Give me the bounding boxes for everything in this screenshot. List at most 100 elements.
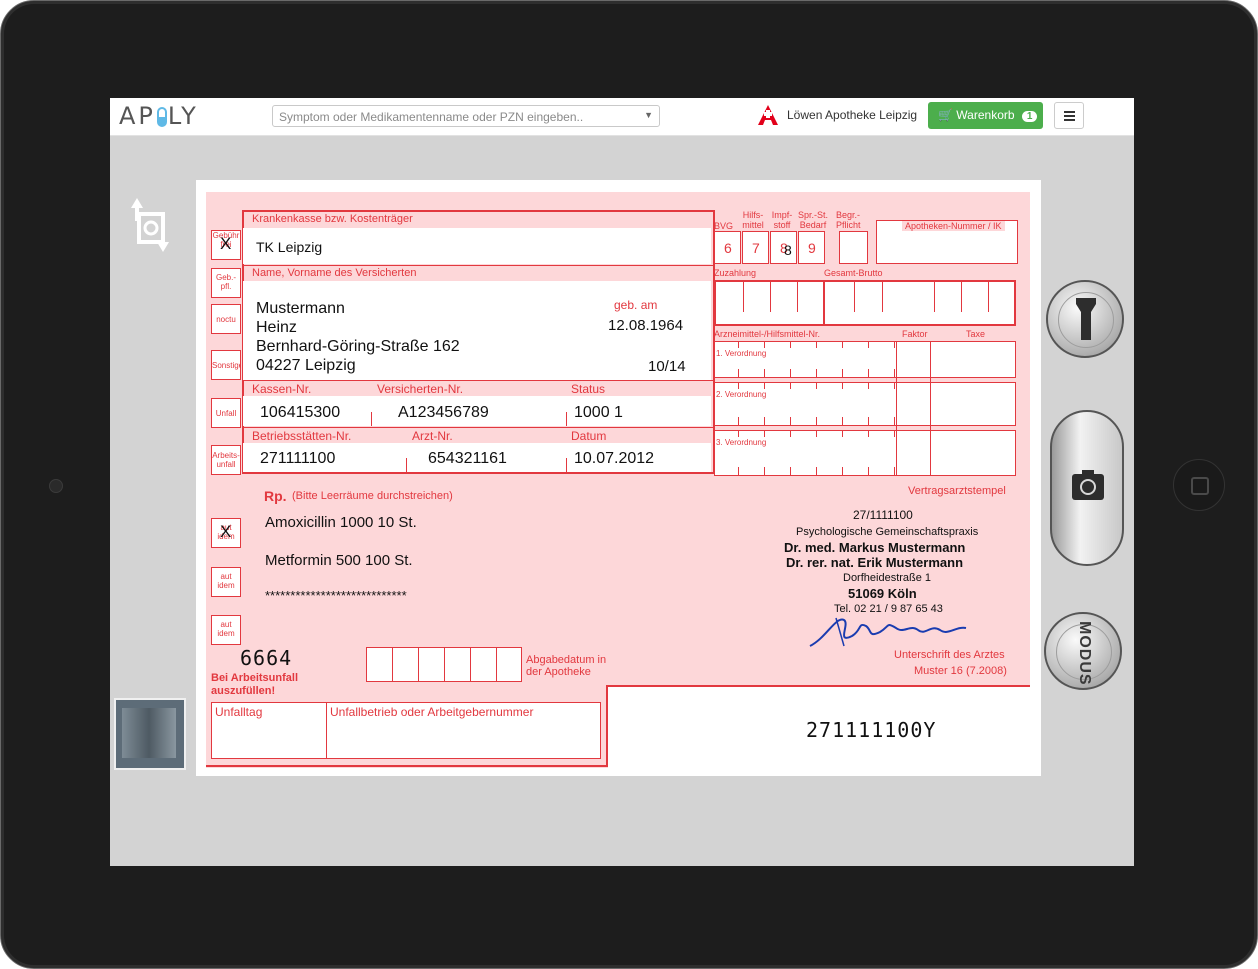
camera-icon xyxy=(1072,470,1104,500)
insurer-value: TK Leipzig xyxy=(256,239,323,255)
arznei-label: Arzneimittel-/Hilfsmittel-Nr. xyxy=(714,329,821,339)
arzt-label: Arzt-Nr. xyxy=(412,429,453,443)
tick xyxy=(444,647,445,682)
stamp-doctor-2: Dr. rer. nat. Erik Mustermann xyxy=(786,555,964,570)
dropdown-caret-icon[interactable]: ▼ xyxy=(644,110,653,120)
kassen-value: 106415300 xyxy=(260,404,341,421)
x-mark: X xyxy=(220,234,232,253)
signature-label: Unterschrift des Arztes xyxy=(894,649,1005,661)
bs-label: Betriebsstätten-Nr. xyxy=(252,429,352,443)
verordnung-2-row xyxy=(714,382,1016,426)
valid-value: 10/14 xyxy=(648,358,686,375)
prescription-thumbnail[interactable] xyxy=(114,698,186,770)
mode-label: MODUS xyxy=(1076,621,1093,686)
verordnung-tick xyxy=(764,342,765,348)
stamp-practice: Psychologische Gemeinschaftspraxis xyxy=(796,526,979,538)
divider xyxy=(242,265,715,266)
verordnung-tick xyxy=(738,467,739,475)
tick xyxy=(743,280,744,312)
dob-value: 12.08.1964 xyxy=(608,317,684,334)
verordnung-tick xyxy=(816,467,817,475)
verordnung-tick xyxy=(738,431,739,437)
verordnung-tick xyxy=(894,369,895,377)
tick xyxy=(797,280,798,312)
taxe-label: Taxe xyxy=(966,329,986,339)
verordnung-tick xyxy=(816,417,817,425)
datum-value: 10.07.2012 xyxy=(574,450,655,467)
verordnung-tick xyxy=(894,467,895,475)
insurer-label: Krankenkasse bzw. Kostenträger xyxy=(252,213,413,225)
home-button[interactable] xyxy=(1173,459,1225,511)
side-label-noctu: noctu xyxy=(211,304,241,334)
doctor-signature xyxy=(809,617,967,647)
front-camera xyxy=(49,479,63,493)
verordnung-tick xyxy=(790,383,791,389)
verordnung-tick xyxy=(738,342,739,348)
medication-1: Amoxicillin 1000 10 St. xyxy=(265,514,417,531)
versicherten-label: Versicherten-Nr. xyxy=(377,382,464,396)
tick xyxy=(930,341,931,476)
verordnung-tick xyxy=(764,417,765,425)
divider xyxy=(242,380,715,381)
verordnung-tick xyxy=(842,383,843,389)
begr-box xyxy=(839,231,868,264)
zuzahlung-box xyxy=(714,280,1016,326)
handwritten-code: 6664 xyxy=(240,646,293,670)
hilfsmittel-label: Hilfs- mittel xyxy=(742,210,764,230)
impfstoff-label: Impf- stoff xyxy=(771,210,793,230)
mode-button[interactable]: MODUS xyxy=(1044,612,1122,690)
verordnung-3-label: 3. Verordnung xyxy=(716,438,767,447)
torch-button[interactable] xyxy=(1046,280,1124,358)
aut-idem-checkbox-3[interactable]: aut idem xyxy=(211,615,241,645)
verordnung-tick xyxy=(894,417,895,425)
divider xyxy=(206,765,608,767)
tick xyxy=(854,280,855,312)
prescription-form: Krankenkasse bzw. Kostenträger TK Leipzi… xyxy=(206,192,1030,768)
city-value: 04227 Leipzig xyxy=(256,357,356,374)
verordnung-tick xyxy=(868,369,869,377)
verordnung-tick xyxy=(894,342,895,348)
search-box[interactable]: ▼ xyxy=(272,105,660,127)
surname-value: Mustermann xyxy=(256,300,345,317)
divider xyxy=(242,427,715,428)
muster-label: Muster 16 (7.2008) xyxy=(914,665,1007,677)
search-input[interactable] xyxy=(277,107,637,127)
unfalltag-label: Unfalltag xyxy=(215,705,263,719)
top-bar: APLY ▼ Löwen Apotheke Leipzig 🛒 Warenkor… xyxy=(110,98,1134,136)
app-screen: APLY ▼ Löwen Apotheke Leipzig 🛒 Warenkor… xyxy=(110,98,1134,866)
cart-label: Warenkorb xyxy=(956,108,1015,122)
rp-hint: (Bitte Leerräume durchstreichen) xyxy=(292,490,453,502)
rotate-icon[interactable] xyxy=(125,194,175,256)
tick xyxy=(392,647,393,682)
side-label-sonstige: Sonstige xyxy=(211,350,241,380)
tick xyxy=(823,280,825,326)
camera-button[interactable] xyxy=(1050,410,1124,566)
pharmacy-name[interactable]: Löwen Apotheke Leipzig xyxy=(787,108,917,122)
tick xyxy=(406,458,407,472)
abgabe-label: Abgabedatum in der Apotheke xyxy=(526,654,607,678)
dob-label: geb. am xyxy=(614,298,658,312)
verordnung-tick xyxy=(790,431,791,437)
apily-logo[interactable]: AP LY xyxy=(119,102,199,130)
apotheke-a-icon xyxy=(758,105,778,125)
tick xyxy=(770,280,771,312)
verordnung-tick xyxy=(790,342,791,348)
bottom-code: 271111100Y xyxy=(806,718,937,742)
verordnung-tick xyxy=(842,431,843,437)
aut-idem-checkbox-2[interactable]: aut idem xyxy=(211,567,241,597)
unfallbetrieb-label: Unfallbetrieb oder Arbeitgebernummer xyxy=(330,705,534,719)
street-value: Bernhard-Göring-Straße 162 xyxy=(256,338,460,355)
menu-button[interactable] xyxy=(1054,102,1084,129)
verordnung-1-row xyxy=(714,341,1016,378)
verordnung-tick xyxy=(790,369,791,377)
verordnung-tick xyxy=(790,467,791,475)
name-label: Name, Vorname des Versicherten xyxy=(252,267,417,279)
gesamt-label: Gesamt-Brutto xyxy=(824,268,883,278)
tick xyxy=(418,647,419,682)
verordnung-tick xyxy=(738,369,739,377)
prescription-image: Krankenkasse bzw. Kostenträger TK Leipzi… xyxy=(196,180,1041,776)
cart-button[interactable]: 🛒 Warenkorb 1 xyxy=(928,102,1043,129)
tick xyxy=(566,458,567,472)
begr-label: Begr.- Pflicht xyxy=(836,210,861,230)
arzt-value: 654321161 xyxy=(428,450,507,467)
